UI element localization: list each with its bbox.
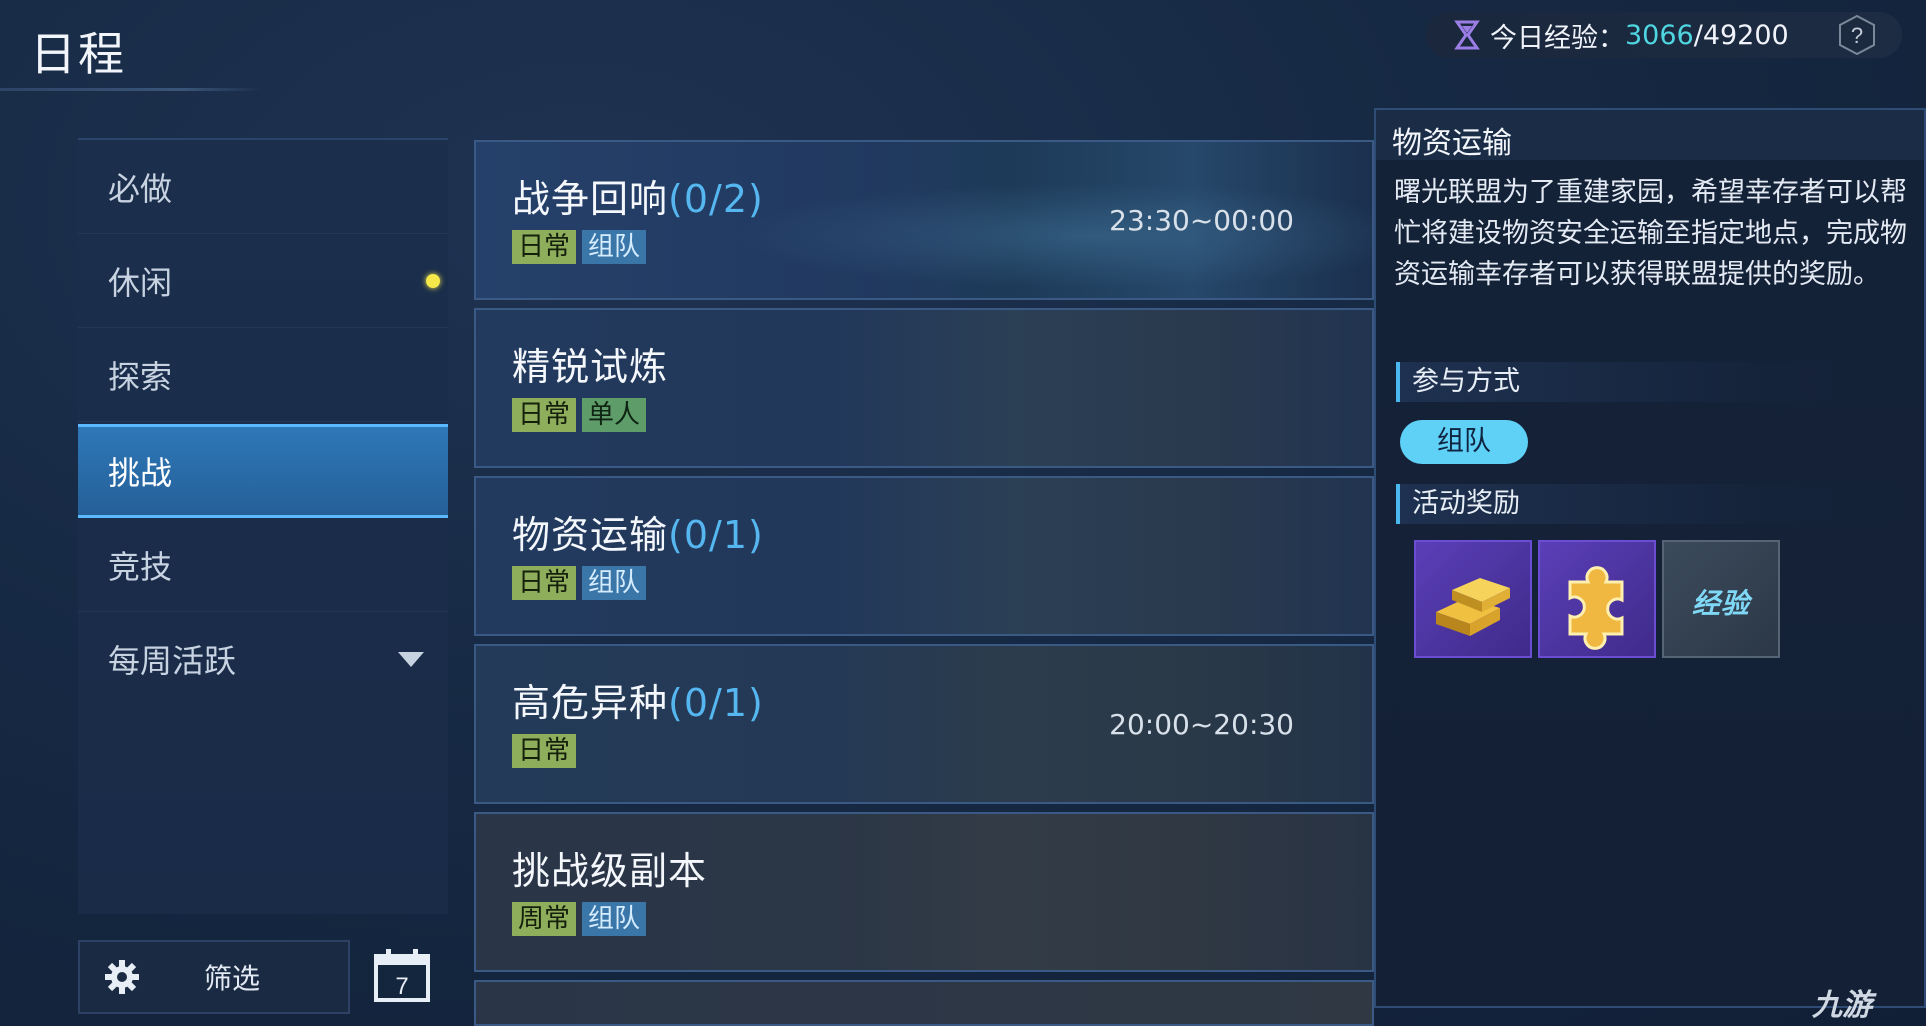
sidebar-item-label: 竞技 — [108, 548, 173, 586]
category-sidebar: 必做 休闲 探索 挑战 竞技 每周活跃 — [78, 138, 448, 914]
exp-icon: 经验 — [1691, 587, 1750, 620]
detail-title: 物资运输 — [1392, 126, 1512, 161]
reward-gold-puzzle[interactable] — [1538, 540, 1656, 658]
card-background — [476, 982, 1372, 1024]
reward-gold-bars[interactable] — [1414, 540, 1532, 658]
sidebar-item-label: 每周活跃 — [108, 642, 237, 680]
exp-label: 今日经验： — [1490, 22, 1625, 54]
sidebar-item-label: 必做 — [108, 170, 173, 208]
tag-team: 组队 — [582, 902, 647, 936]
activity-tags: 日常 组队 — [512, 230, 647, 264]
activity-card-war-echo[interactable]: 战争回响(0/2) 日常 组队 23:30~00:00 — [474, 140, 1374, 300]
svg-text:?: ? — [1851, 23, 1863, 48]
sidebar-item-label: 休闲 — [108, 264, 173, 302]
tag-team: 组队 — [582, 230, 647, 264]
tag-daily: 日常 — [512, 566, 577, 600]
title-underline — [0, 88, 262, 91]
calendar-day: 7 — [395, 973, 408, 1000]
sidebar-item-weekly-active[interactable]: 每周活跃 — [78, 612, 448, 706]
sidebar-item-explore[interactable]: 探索 — [78, 328, 448, 422]
sidebar-item-must-do[interactable]: 必做 — [78, 140, 448, 234]
sidebar-item-label: 探索 — [108, 358, 173, 396]
activity-name: 高危异种(0/1) — [512, 681, 764, 725]
section-participation: 参与方式 — [1396, 362, 1920, 402]
tag-weekly: 周常 — [512, 902, 577, 936]
tag-daily: 日常 — [512, 230, 577, 264]
exp-total: /49200 — [1693, 19, 1789, 51]
gear-icon — [105, 960, 139, 994]
activity-tags: 日常 单人 — [512, 398, 647, 432]
activity-card-challenge-dungeon[interactable]: 挑战级副本 周常 组队 — [474, 812, 1374, 972]
calendar-icon[interactable]: 7 — [372, 946, 432, 1004]
activity-detail-panel: 物资运输 曙光联盟为了重建家园，希望幸存者可以帮忙将建设物资安全运输至指定地点，… — [1374, 108, 1926, 1008]
gold-puzzle-piece-icon — [1568, 566, 1624, 650]
page-title: 日程 — [30, 27, 126, 81]
sidebar-item-leisure[interactable]: 休闲 — [78, 234, 448, 328]
tag-daily: 日常 — [512, 398, 577, 432]
activity-card-high-risk-variant[interactable]: 高危异种(0/1) 日常 20:00~20:30 — [474, 644, 1374, 804]
activity-tags: 周常 组队 — [512, 902, 647, 936]
notification-dot — [426, 274, 440, 288]
daily-exp-bar: 今日经验： 3066 /49200 — [1426, 12, 1902, 58]
section-label: 参与方式 — [1412, 366, 1520, 397]
sidebar-item-label: 挑战 — [108, 454, 173, 492]
tag-daily: 日常 — [512, 734, 577, 768]
sidebar-item-competitive[interactable]: 竞技 — [78, 518, 448, 612]
exp-current: 3066 — [1625, 19, 1694, 51]
participation-mode-pill: 组队 — [1400, 420, 1528, 464]
activity-tags: 日常 组队 — [512, 566, 647, 600]
activity-tags: 日常 — [512, 734, 577, 768]
divider — [78, 421, 448, 422]
triangle-down-icon — [398, 652, 424, 667]
sidebar-item-challenge[interactable]: 挑战 — [78, 424, 448, 518]
hourglass-icon — [1454, 20, 1480, 50]
activity-card-supply-transport[interactable]: 物资运输(0/1) 日常 组队 — [474, 476, 1374, 636]
activity-card-elite-trial[interactable]: 精锐试炼 日常 单人 — [474, 308, 1374, 468]
activity-time: 23:30~00:00 — [1109, 204, 1294, 237]
activity-name: 物资运输(0/1) — [512, 513, 764, 557]
tag-team: 组队 — [582, 566, 647, 600]
watermark-logo: 九游 — [1812, 988, 1872, 1023]
tag-solo: 单人 — [582, 398, 647, 432]
filter-button[interactable]: 筛选 — [78, 940, 350, 1014]
question-icon[interactable]: ? — [1836, 14, 1878, 56]
reward-exp[interactable]: 经验 — [1662, 540, 1780, 658]
activity-name: 挑战级副本 — [512, 849, 708, 893]
activity-card-partial[interactable] — [474, 980, 1374, 1026]
section-label: 活动奖励 — [1412, 488, 1520, 519]
filter-label: 筛选 — [204, 962, 261, 995]
section-rewards: 活动奖励 — [1396, 484, 1920, 524]
detail-description: 曙光联盟为了重建家园，希望幸存者可以帮忙将建设物资安全运输至指定地点，完成物资运… — [1394, 177, 1907, 290]
activity-name: 战争回响(0/2) — [512, 177, 764, 221]
activity-time: 20:00~20:30 — [1109, 708, 1294, 741]
gold-bars-icon — [1436, 578, 1510, 636]
activity-name: 精锐试炼 — [512, 345, 669, 389]
